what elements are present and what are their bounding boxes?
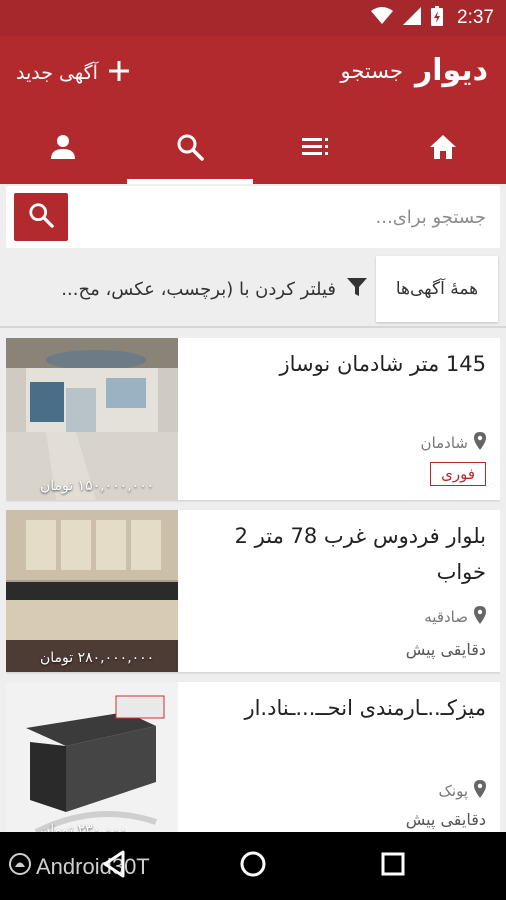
urgent-badge: فوری <box>430 462 486 486</box>
search-icon <box>176 133 204 165</box>
listing-details: میزکـ..ـارمندی انحــ...ـناد.ار پونک دقای… <box>186 682 486 832</box>
listing-list: ۱۵۰,۰۰۰,۰۰۰ تومان 145 متر شادمان نوساز ش… <box>6 338 500 832</box>
search-input[interactable] <box>86 196 486 238</box>
page-title: جستجو <box>340 58 403 83</box>
app-bar: دیوار جستجو آگهی جدید <box>0 36 506 184</box>
listing-title: میزکـ..ـارمندی انحــ...ـناد.ار <box>244 696 486 720</box>
filter-icon <box>346 276 368 302</box>
android-logo-icon <box>8 852 32 882</box>
tab-categories[interactable] <box>253 114 380 184</box>
brand: دیوار جستجو <box>341 56 489 86</box>
status-icons: 2:37 <box>371 6 494 30</box>
recents-button[interactable] <box>375 848 411 884</box>
search-button[interactable] <box>14 193 68 241</box>
filter-button[interactable]: فیلتر کردن با (برچسب، عکس، مح... <box>8 256 368 322</box>
recents-icon <box>380 851 406 881</box>
listing-time: دقایقی پیش <box>405 640 486 659</box>
search-icon <box>28 202 54 232</box>
signal-icon <box>403 7 422 29</box>
location-label: پونک <box>438 782 468 800</box>
plus-icon <box>108 60 130 86</box>
battery-charging-icon <box>431 6 444 30</box>
tab-home[interactable] <box>380 114 506 184</box>
location-pin-icon <box>474 780 486 802</box>
listing-photo: ۲۳۰,۰۰۰ تومان <box>6 682 178 832</box>
listing-location: شادمان <box>421 432 486 454</box>
new-ad-label: آگهی جدید <box>16 62 98 84</box>
listing-details: بلوار فردوس غرب 78 متر 2 خواب صادقیه دقا… <box>186 510 486 672</box>
listing-details: 145 متر شادمان نوساز شادمان فوری <box>186 338 486 500</box>
listing-title: 145 متر شادمان نوساز <box>279 352 486 376</box>
listing-price: ۲۸۰,۰۰۰,۰۰۰ تومان <box>40 650 155 666</box>
person-icon <box>50 134 76 164</box>
back-button[interactable] <box>96 848 132 884</box>
listing-card[interactable]: ۱۵۰,۰۰۰,۰۰۰ تومان 145 متر شادمان نوساز ش… <box>6 338 500 500</box>
all-ads-button[interactable]: همهٔ آگهی‌ها <box>376 256 498 322</box>
search-bar <box>6 186 500 248</box>
new-ad-button[interactable]: آگهی جدید <box>16 60 130 86</box>
tab-search[interactable] <box>126 114 254 184</box>
wifi-icon <box>371 7 394 29</box>
tab-bar <box>0 114 506 184</box>
home-icon <box>429 134 457 164</box>
back-icon <box>101 850 127 882</box>
filter-label: فیلتر کردن با (برچسب، عکس، مح... <box>61 278 336 300</box>
status-bar: 2:37 <box>0 0 506 36</box>
location-label: صادقیه <box>424 608 468 626</box>
listing-card[interactable]: ۲۸۰,۰۰۰,۰۰۰ تومان بلوار فردوس غرب 78 متر… <box>6 510 500 672</box>
listing-price: ۲۳۰,۰۰۰ تومان <box>40 822 128 832</box>
listing-location: صادقیه <box>424 606 486 628</box>
home-circle-icon <box>239 850 267 882</box>
listing-card[interactable]: ۲۳۰,۰۰۰ تومان میزکـ..ـارمندی انحــ...ـنا… <box>6 682 500 832</box>
status-time: 2:37 <box>457 7 494 28</box>
listing-time: دقایقی پیش <box>405 810 486 829</box>
location-pin-icon <box>474 606 486 628</box>
listing-title: بلوار فردوس غرب 78 متر 2 خواب <box>234 524 486 584</box>
home-button[interactable] <box>235 848 271 884</box>
location-label: شادمان <box>420 434 468 452</box>
divar-logo: دیوار <box>414 53 488 88</box>
location-pin-icon <box>474 432 486 454</box>
watermark-text: Android30T <box>36 854 150 879</box>
filter-row: همهٔ آگهی‌ها فیلتر کردن با (برچسب، عکس، … <box>0 256 506 328</box>
header-row: دیوار جستجو آگهی جدید <box>0 36 506 114</box>
listing-price: ۱۵۰,۰۰۰,۰۰۰ تومان <box>40 478 155 494</box>
listing-location: پونک <box>438 780 486 802</box>
system-nav-bar: Android30T <box>0 832 506 900</box>
listing-photo: ۲۸۰,۰۰۰,۰۰۰ تومان <box>6 510 178 672</box>
listing-photo: ۱۵۰,۰۰۰,۰۰۰ تومان <box>6 338 178 500</box>
tab-profile[interactable] <box>0 114 127 184</box>
list-icon <box>302 136 330 162</box>
